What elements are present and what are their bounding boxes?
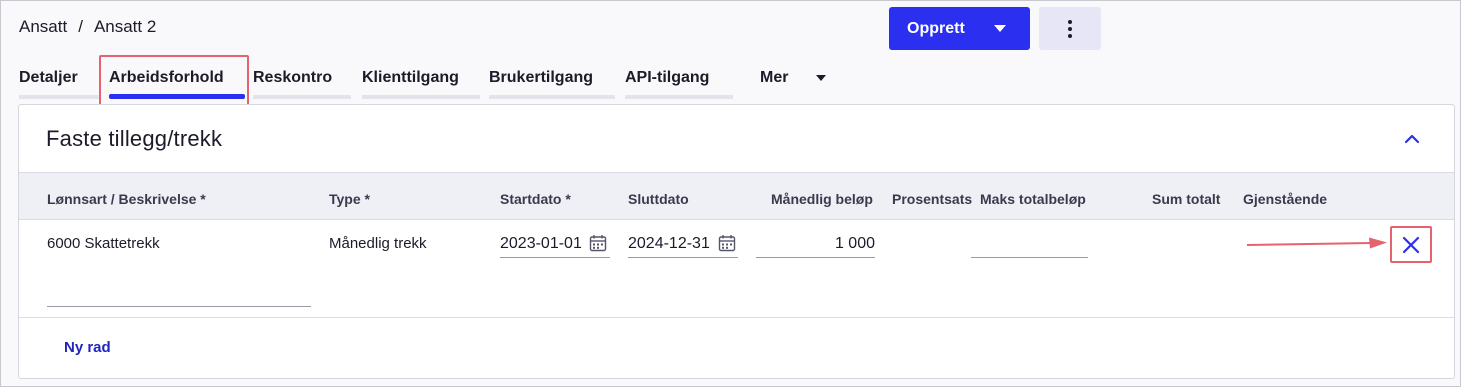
column-header-wage-type: Lønnsart / Beskrivelse * [47,191,206,207]
breadcrumb-separator: / [78,17,83,36]
calendar-icon[interactable] [718,234,736,252]
section-title: Faste tillegg/trekk [46,126,223,151]
tab-reskontro[interactable]: Reskontro [253,61,351,99]
wage-type-value[interactable]: 6000 Skattetrekk [47,235,160,252]
new-row-button[interactable]: Ny rad [64,339,111,356]
start-date-value: 2023-01-01 [500,234,582,252]
column-header-percentage: Prosentsats [892,191,973,207]
tab-label: Reskontro [253,69,333,86]
kebab-icon [1068,19,1072,24]
column-header-end-date: Sluttdato [628,191,689,207]
breadcrumb-parent[interactable]: Ansatt [19,17,67,37]
tab-label: Detaljer [19,69,78,86]
chevron-down-icon [816,75,827,81]
more-actions-button[interactable] [1039,7,1101,50]
column-header-type: Type * [329,191,370,207]
divider [19,317,1454,318]
column-header-remaining: Gjenstående [1243,191,1328,207]
tab-brukertilgang[interactable]: Brukertilgang [489,61,615,99]
breadcrumb-current: Ansatt 2 [93,17,157,36]
column-header-monthly-amount: Månedlig beløp [771,191,873,207]
close-icon [1402,236,1420,253]
tab-detaljer[interactable]: Detaljer [19,61,101,99]
tab-api-tilgang[interactable]: API-tilgang [625,61,733,99]
tab-klienttilgang[interactable]: Klienttilgang [362,61,480,99]
window-frame: Ansatt / Ansatt 2 Opprett Detaljer Arbei… [0,0,1461,387]
end-date-value: 2024-12-31 [628,234,710,252]
table-header: Lønnsart / Beskrivelse * Type * Startdat… [19,172,1454,220]
kebab-icon-dot [1068,26,1072,31]
column-header-sum-total: Sum totalt [1152,191,1221,207]
fixed-allowances-panel: Faste tillegg/trekk Lønnsart / Beskrivel… [18,104,1455,379]
tab-label: Mer [760,69,789,86]
chevron-up-icon[interactable] [1400,127,1424,151]
column-header-start-date: Startdato * [500,191,571,207]
create-button-label: Opprett [907,19,965,37]
description-field[interactable] [47,279,311,307]
arrow-annotation-icon [1247,237,1387,249]
monthly-amount-field[interactable]: 1 000 [756,230,875,258]
breadcrumb: Ansatt / Ansatt 2 [19,17,156,37]
type-value[interactable]: Månedlig trekk [329,235,427,252]
delete-row-button[interactable] [1390,226,1432,263]
max-total-field[interactable] [971,230,1088,258]
tab-label: Brukertilgang [489,69,594,86]
column-header-max-total: Maks totalbeløp [980,191,1086,207]
chevron-down-icon [994,25,1006,32]
tab-highlight-annotation [99,55,249,106]
create-button[interactable]: Opprett [889,7,1030,50]
tab-label: API-tilgang [625,69,710,86]
monthly-amount-value: 1 000 [834,234,875,252]
tab-label: Klienttilgang [362,69,459,86]
tab-mer[interactable]: Mer [760,61,840,99]
kebab-icon-dot [1068,33,1072,38]
calendar-icon[interactable] [589,234,607,252]
